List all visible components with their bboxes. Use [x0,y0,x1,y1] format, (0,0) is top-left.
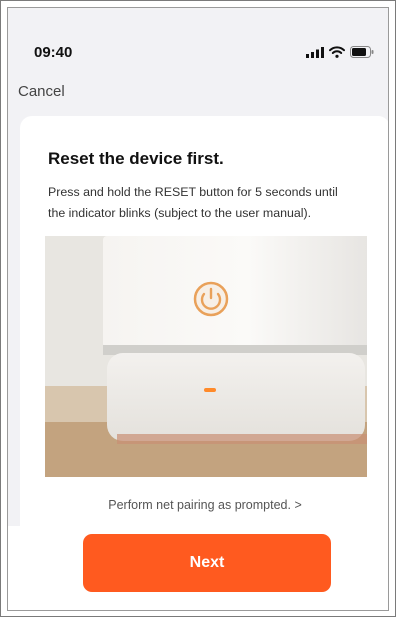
device-photo [45,236,367,477]
device-illustration [45,236,367,477]
bottom-action-area: Next [8,526,388,610]
battery-icon [350,46,374,58]
status-bar: 09:40 [8,8,388,72]
card-title: Reset the device first. [48,149,224,168]
status-icons [306,46,374,58]
cellular-signal-icon [306,46,324,58]
wifi-icon [329,46,345,58]
screenshot-frame: 09:40 Cancel Reset the device first. Pre… [0,0,396,617]
reset-instruction-text: Press and hold the RESET button for 5 se… [48,185,338,220]
reset-instruction-card: Reset the device first. Press and hold t… [20,116,388,536]
cancel-button[interactable]: Cancel [18,83,65,100]
phone-screen: 09:40 Cancel Reset the device first. Pre… [7,7,389,611]
next-button[interactable]: Next [83,534,331,592]
status-time: 09:40 [34,44,73,61]
net-pairing-link[interactable]: Perform net pairing as prompted. > [20,498,388,512]
